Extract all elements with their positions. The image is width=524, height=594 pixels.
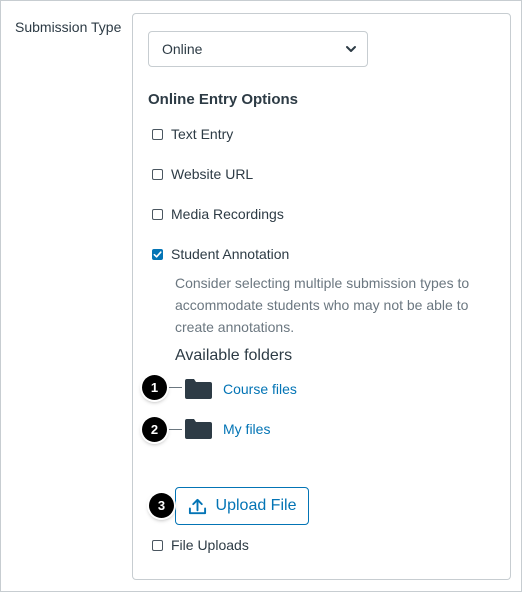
online-entry-options-heading: Online Entry Options	[148, 91, 299, 108]
upload-file-button[interactable]: Upload File	[175, 487, 309, 525]
file-uploads-option[interactable]: File Uploads	[152, 537, 249, 553]
course-files-link[interactable]: Course files	[223, 381, 297, 397]
submission-type-select[interactable]: Online	[148, 31, 368, 67]
callout-badge-3: 3	[149, 493, 174, 518]
screenshot-frame: Submission Type Online Online Entry Opti…	[0, 0, 522, 592]
media-recordings-option[interactable]: Media Recordings	[152, 206, 284, 222]
website-url-label: Website URL	[171, 166, 254, 182]
folder-icon	[185, 419, 212, 439]
submission-type-label: Submission Type	[15, 19, 122, 35]
file-uploads-label: File Uploads	[171, 537, 249, 553]
student-annotation-option[interactable]: Student Annotation	[152, 246, 289, 262]
available-folders-title: Available folders	[175, 347, 293, 364]
submission-options-panel: Online Online Entry Options Text Entry W…	[132, 13, 511, 580]
checkmark-icon	[153, 250, 162, 258]
student-annotation-checkbox[interactable]	[152, 248, 163, 260]
media-recordings-label: Media Recordings	[171, 206, 284, 222]
text-entry-checkbox[interactable]	[152, 128, 163, 140]
my-files-link[interactable]: My files	[223, 421, 270, 437]
upload-icon	[188, 498, 206, 514]
chevron-down-icon	[346, 46, 356, 52]
submission-type-value: Online	[162, 41, 203, 57]
callout-badge-1: 1	[142, 375, 167, 400]
annotation-hint-text: Consider selecting multiple submission t…	[175, 275, 470, 335]
callout-connector	[166, 387, 182, 388]
student-annotation-label: Student Annotation	[171, 246, 290, 262]
callout-connector	[166, 429, 182, 430]
course-files-folder[interactable]: Course files	[185, 379, 297, 399]
text-entry-label: Text Entry	[171, 126, 234, 142]
website-url-checkbox[interactable]	[152, 168, 163, 180]
text-entry-option[interactable]: Text Entry	[152, 126, 233, 142]
folder-icon	[185, 379, 212, 399]
callout-badge-2: 2	[142, 417, 167, 442]
upload-file-label: Upload File	[215, 497, 297, 514]
website-url-option[interactable]: Website URL	[152, 166, 253, 182]
media-recordings-checkbox[interactable]	[152, 208, 163, 220]
my-files-folder[interactable]: My files	[185, 419, 270, 439]
file-uploads-checkbox[interactable]	[152, 539, 163, 551]
